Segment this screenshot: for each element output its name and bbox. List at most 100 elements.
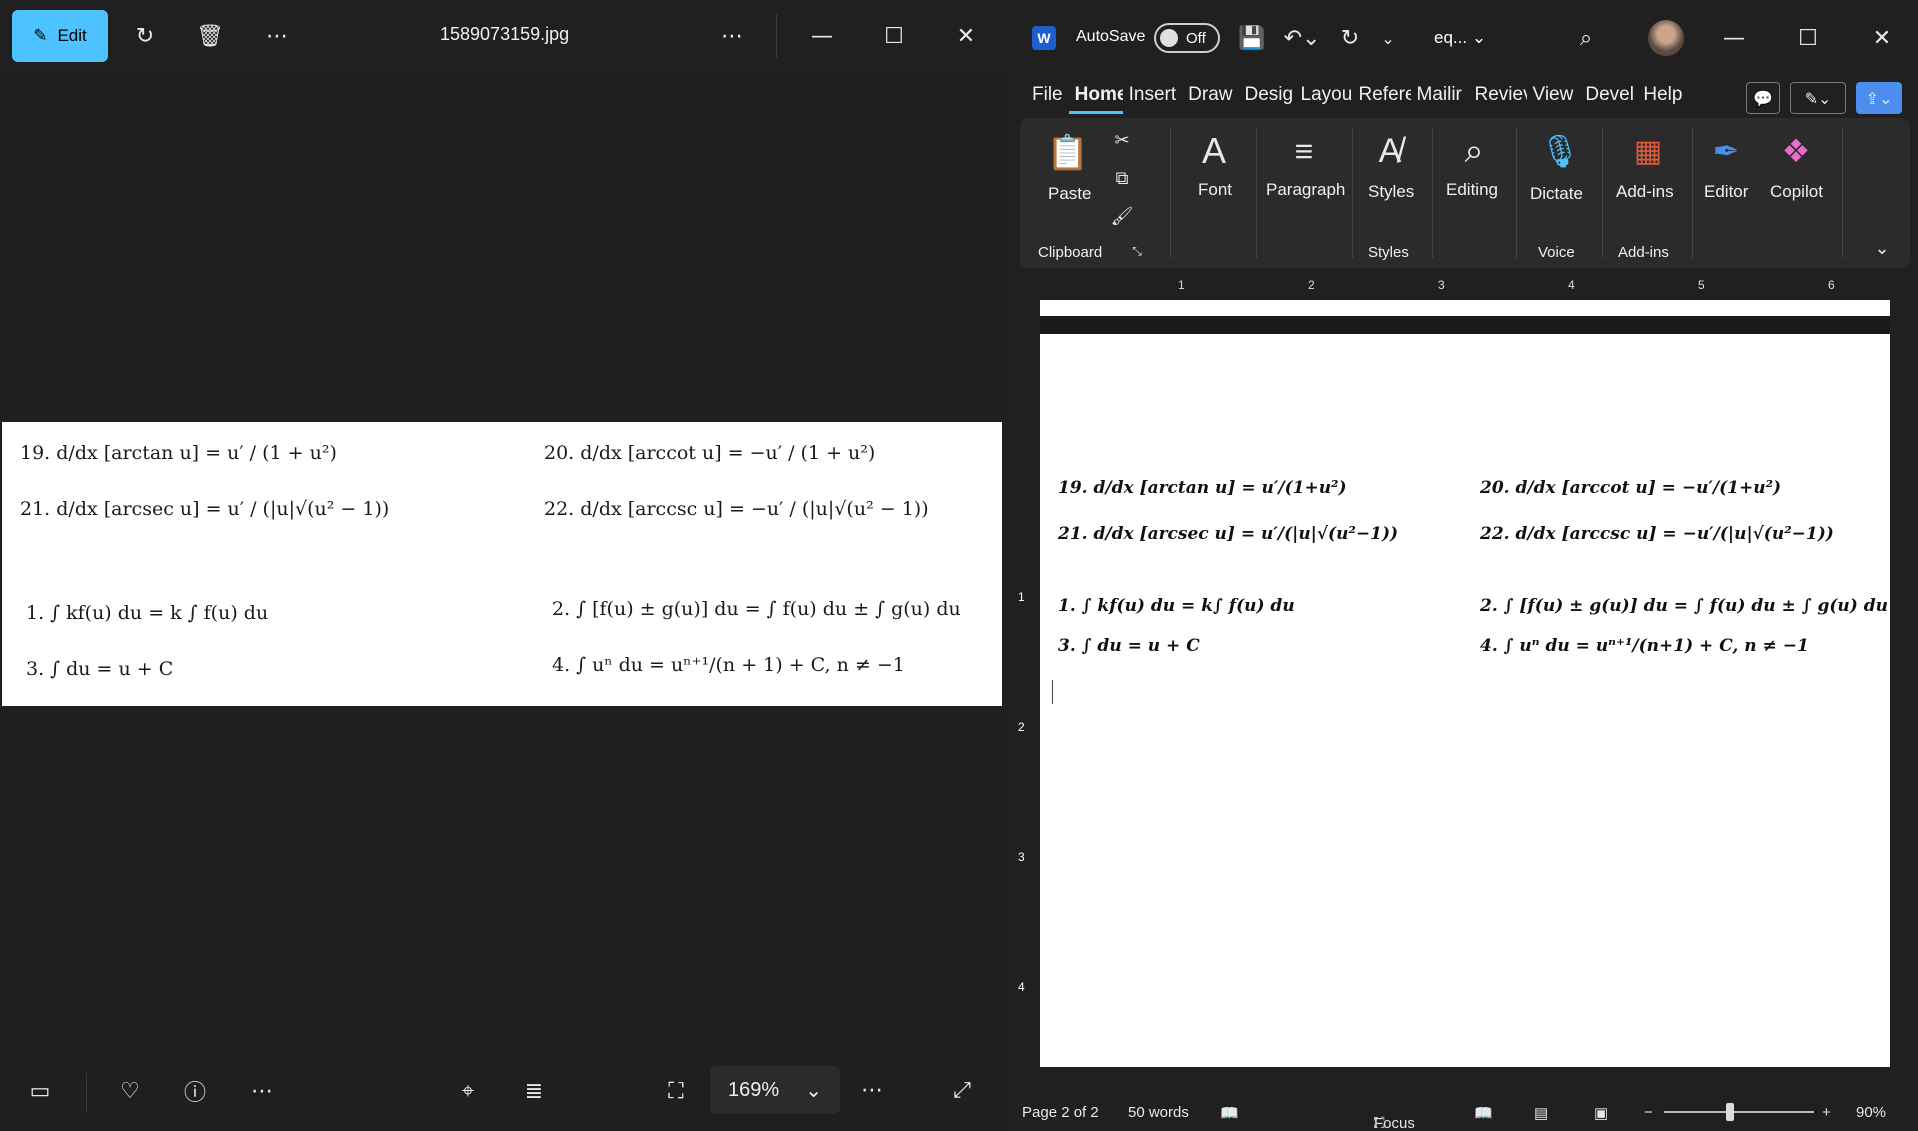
autosave-label: AutoSave [1076, 28, 1146, 45]
editing-group[interactable]: ⌕ Editing [1432, 118, 1516, 268]
fit-to-window-icon[interactable]: ⛶ [656, 1071, 696, 1111]
scan-line-19: 19. d/dx [arctan u] = u′ / (1 + u²) [20, 442, 337, 464]
tab-home[interactable]: Home [1068, 84, 1123, 114]
addins-label[interactable]: Add-ins [1616, 182, 1674, 202]
zoom-out-icon[interactable]: − [1644, 1104, 1653, 1121]
equation-3[interactable]: 3. ∫ du = u + C [1058, 636, 1200, 656]
styles-group[interactable]: A̸ Styles Styles [1352, 118, 1432, 268]
scan-line-22: 22. d/dx [arccsc u] = −u′ / (|u|√(u² − 1… [544, 498, 929, 520]
vertical-ruler[interactable]: 1 2 3 4 [1014, 310, 1034, 1090]
customize-toolbar-icon[interactable]: ⌄ [1376, 22, 1400, 54]
favorite-icon[interactable]: ♡ [110, 1071, 150, 1111]
tab-design[interactable]: Desig [1239, 84, 1295, 114]
zoom-level[interactable]: 90% [1856, 1104, 1886, 1121]
voice-group: 🎙 Dictate Voice [1516, 118, 1602, 268]
avatar[interactable] [1648, 20, 1684, 56]
equation-20[interactable]: 20. d/dx [arccot u] = −u′/(1+u²) [1480, 478, 1781, 498]
autosave-toggle[interactable]: Off [1154, 23, 1220, 53]
tab-references[interactable]: Refere [1353, 84, 1411, 114]
editor-icon: ✒ [1712, 133, 1740, 169]
minimize-icon[interactable]: — [802, 16, 842, 56]
tab-insert[interactable]: Insert [1123, 84, 1183, 114]
copilot-button[interactable]: ❖ Copilot [1760, 118, 1840, 268]
more-icon[interactable]: ⋯ [257, 16, 297, 56]
equation-2[interactable]: 2. ∫ [f(u) ± g(u)] du = ∫ f(u) du ± ∫ g(… [1480, 596, 1888, 616]
tab-developer[interactable]: Devel [1579, 84, 1637, 114]
font-group[interactable]: A Font [1170, 118, 1256, 268]
dictate-label[interactable]: Dictate [1530, 184, 1583, 204]
paragraph-group[interactable]: ≡ Paragraph [1256, 118, 1352, 268]
tab-file[interactable]: File [1026, 84, 1069, 114]
addins-group-label: Add-ins [1618, 244, 1669, 261]
close-icon[interactable]: ✕ [946, 16, 986, 56]
word-title-bar: W AutoSave Off 💾 ↶⌄ ↻ ⌄ eq... ⌄ ⌕ — ☐ ✕ [1004, 0, 1918, 74]
redo-icon[interactable]: ↻ [1334, 22, 1366, 54]
proofing-icon[interactable]: 📖 [1220, 1104, 1239, 1122]
more-icon-bottom[interactable]: ⋯ [242, 1071, 282, 1111]
image-canvas[interactable]: 19. d/dx [arctan u] = u′ / (1 + u²) 20. … [2, 422, 1002, 706]
close-icon-word[interactable]: ✕ [1866, 22, 1898, 54]
equation-21[interactable]: 21. d/dx [arcsec u] = u′/(|u|√(u²−1)) [1058, 524, 1398, 544]
format-painter-icon[interactable]: 🖌 [1108, 202, 1136, 230]
equation-1[interactable]: 1. ∫ kf(u) du = k∫ f(u) du [1058, 596, 1295, 616]
editing-mode-icon[interactable]: ✎⌄ [1790, 82, 1846, 114]
web-layout-icon[interactable]: ▣ [1594, 1104, 1608, 1122]
paste-icon[interactable]: 📋 [1047, 128, 1089, 178]
collapse-ribbon-icon[interactable]: ⌄ [1868, 234, 1896, 262]
text-cursor [1052, 680, 1053, 704]
chevron-down-icon: ⌄ [805, 1079, 822, 1102]
toggle-knob [1160, 29, 1178, 47]
document-page[interactable]: 19. d/dx [arctan u] = u′/(1+u²) 20. d/dx… [1040, 334, 1890, 1067]
zoom-in-icon[interactable]: + [1822, 1104, 1831, 1121]
tab-view[interactable]: View [1527, 84, 1580, 114]
page-count[interactable]: Page 2 of 2 [1022, 1104, 1099, 1121]
more-options-icon[interactable]: ⋯ [712, 16, 752, 56]
tab-layout[interactable]: Layou [1295, 84, 1353, 114]
document-name[interactable]: eq... ⌄ [1434, 28, 1486, 48]
microphone-icon[interactable]: 🎙 [1536, 126, 1584, 176]
visual-search-icon[interactable]: ⌖ [448, 1071, 488, 1111]
delete-icon[interactable]: 🗑 [190, 16, 230, 56]
word-count[interactable]: 50 words [1128, 1104, 1189, 1121]
equation-19[interactable]: 19. d/dx [arctan u] = u′/(1+u²) [1058, 478, 1347, 498]
maximize-icon[interactable]: ☐ [874, 16, 914, 56]
equation-4[interactable]: 4. ∫ uⁿ du = uⁿ⁺¹/(n+1) + C, n ≠ −1 [1480, 636, 1809, 656]
bottom-divider [86, 1073, 87, 1113]
scan-line-21: 21. d/dx [arcsec u] = u′ / (|u|√(u² − 1)… [20, 498, 390, 520]
read-mode-icon[interactable]: 📖 [1474, 1104, 1493, 1122]
clipboard-launcher-icon[interactable]: ⤡ [1128, 242, 1146, 260]
minimize-icon-word[interactable]: — [1718, 22, 1750, 54]
zoom-dropdown[interactable]: 169% ⌄ [710, 1066, 840, 1114]
tab-help[interactable]: Help [1637, 84, 1688, 114]
scan-line-4: 4. ∫ uⁿ du = uⁿ⁺¹/(n + 1) + C, n ≠ −1 [552, 654, 905, 676]
paste-label[interactable]: Paste [1048, 184, 1091, 204]
horizontal-ruler[interactable]: 1 2 3 4 5 6 [1040, 270, 1910, 300]
tab-draw[interactable]: Draw [1182, 84, 1238, 114]
print-layout-icon[interactable]: ▤ [1534, 1104, 1548, 1122]
share-icon[interactable]: ⇪⌄ [1856, 82, 1902, 114]
editor-button[interactable]: ✒ Editor [1692, 118, 1762, 268]
zoom-slider[interactable] [1664, 1111, 1814, 1113]
zoom-slider-handle[interactable] [1726, 1103, 1734, 1121]
vruler-mark: 1 [1018, 590, 1025, 604]
rotate-icon[interactable]: ↻ [125, 16, 165, 56]
equation-22[interactable]: 22. d/dx [arccsc u] = −u′/(|u|√(u²−1)) [1480, 524, 1834, 544]
undo-icon[interactable]: ↶⌄ [1280, 22, 1324, 54]
comments-icon[interactable]: 💬 [1746, 82, 1780, 114]
filmstrip-icon[interactable]: ▭ [20, 1071, 60, 1111]
tab-mailings[interactable]: Mailir [1411, 84, 1469, 114]
save-icon[interactable]: 💾 [1236, 22, 1268, 54]
fullscreen-icon[interactable]: ⤢ [942, 1070, 982, 1110]
cut-icon[interactable]: ✂ [1108, 126, 1136, 154]
maximize-icon-word[interactable]: ☐ [1792, 22, 1824, 54]
copy-icon[interactable]: ⧉ [1108, 164, 1136, 192]
info-icon[interactable]: ⓘ [175, 1071, 215, 1111]
ribbon-tabs: File Home Insert Draw Desig Layou Refere… [1026, 84, 1688, 114]
text-scan-icon[interactable]: ≣ [514, 1071, 554, 1111]
addins-icon[interactable]: ▦ [1626, 126, 1670, 176]
search-icon[interactable]: ⌕ [1570, 22, 1602, 54]
previous-page-end [1040, 300, 1890, 316]
more-icon-zoom[interactable]: ⋯ [852, 1070, 892, 1110]
edit-button[interactable]: ✎ Edit [12, 10, 108, 62]
tab-review[interactable]: Reviev [1469, 84, 1527, 114]
